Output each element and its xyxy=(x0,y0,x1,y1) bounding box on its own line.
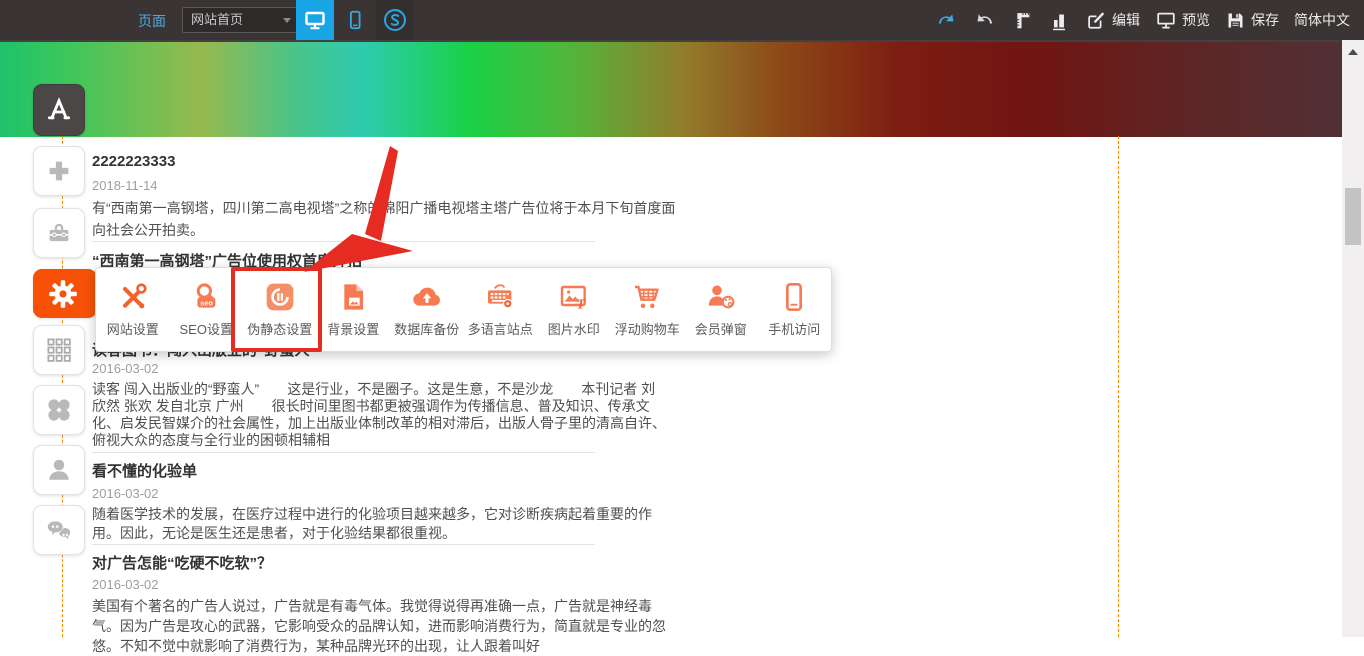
stats-button[interactable] xyxy=(1048,9,1070,32)
edit-button[interactable]: 编辑 xyxy=(1085,9,1140,31)
article-body: 美国有个著名的广告人说过，广告就是有毒气体。我觉得说得再准确一点，广告就是神经毒… xyxy=(92,596,666,656)
link-view-button[interactable] xyxy=(376,0,414,40)
popup-item-label: 多语言站点 xyxy=(468,319,533,338)
article-title[interactable]: 看不懂的化验单 xyxy=(92,460,197,481)
popup-item-label: 浮动购物车 xyxy=(615,319,680,338)
popup-item-label: 图片水印 xyxy=(548,319,600,338)
sidebar-item-settings[interactable] xyxy=(33,269,97,318)
popup-item-label: 数据库备份 xyxy=(394,319,459,338)
edit-button-label: 编辑 xyxy=(1112,10,1140,30)
site-banner xyxy=(0,40,1342,137)
article-date: 2016-03-02 xyxy=(92,361,159,376)
popup-item-site-settings[interactable]: 网站设置 xyxy=(96,281,170,338)
popup-item-label: 背景设置 xyxy=(327,319,379,338)
page-select-value: 网站首页 xyxy=(191,12,243,27)
mobile-view-icon xyxy=(344,8,366,32)
guide-line-right xyxy=(1118,136,1119,637)
mobile-view-button[interactable] xyxy=(340,0,370,40)
article-date: 2016-03-02 xyxy=(92,486,159,501)
sidebar-item-member[interactable] xyxy=(33,445,85,495)
popup-item-background[interactable]: 背景设置 xyxy=(317,281,391,338)
article-body: 读客 闯入出版业的“野蛮人” 这是行业，不是圈子。这是生意，不是沙龙 本刊记者 … xyxy=(92,381,666,449)
page-label: 页面 xyxy=(138,11,166,31)
message-chat-icon xyxy=(44,515,74,545)
preview-button-label: 预览 xyxy=(1182,10,1210,30)
article-body: 随着医学技术的发展，在医疗过程中进行的化验项目越来越多，它对诊断疾病起着重要的作… xyxy=(92,505,652,543)
undo-button[interactable] xyxy=(935,9,958,32)
redo-button[interactable] xyxy=(973,9,996,32)
popup-item-label: 网站设置 xyxy=(107,319,159,338)
redo-icon xyxy=(973,9,996,32)
article-date: 2016-03-02 xyxy=(92,577,159,592)
popup-item-member-popup[interactable]: 会员弹窗 xyxy=(684,281,758,338)
language-switch[interactable]: 简体中文 xyxy=(1294,10,1350,30)
smartphone-icon xyxy=(778,281,810,313)
cloud-upload-icon xyxy=(410,281,444,313)
add-plus-icon xyxy=(44,156,74,186)
member-person-icon xyxy=(44,455,74,485)
popup-item-watermark[interactable]: T 图片水印 xyxy=(537,281,611,338)
toolbar-right-group: 编辑 预览 保存 简体中文 xyxy=(935,0,1350,40)
scrollbar-thumb[interactable] xyxy=(1345,188,1361,245)
sidebar-item-toolbox[interactable] xyxy=(33,208,85,258)
popup-item-multilang[interactable]: 多语言站点 xyxy=(464,281,538,338)
app-store-logo xyxy=(42,93,76,127)
member-palette-icon xyxy=(704,281,738,313)
sidebar-item-modules[interactable] xyxy=(33,325,85,375)
top-toolbar: 页面 网站首页 xyxy=(0,0,1364,40)
preview-button[interactable]: 预览 xyxy=(1155,9,1210,31)
stats-icon xyxy=(1048,9,1070,32)
settings-popup: 网站设置 seo SEO设置 伪静态设置 背景设置 xyxy=(95,267,832,352)
article-title[interactable]: 对广告怎能“吃硬不吃软”？ xyxy=(92,552,272,573)
link-icon xyxy=(382,7,408,33)
chevron-down-icon xyxy=(283,18,291,23)
language-label: 简体中文 xyxy=(1294,10,1350,30)
sidebar-item-add[interactable] xyxy=(33,146,85,196)
svg-text:seo: seo xyxy=(200,299,213,308)
popup-item-db-backup[interactable]: 数据库备份 xyxy=(390,281,464,338)
crossed-tools-icon xyxy=(117,281,149,313)
ruler-icon xyxy=(1011,9,1033,32)
page-select-dropdown[interactable]: 网站首页 xyxy=(182,7,300,33)
popup-item-floating-cart[interactable]: 浮动购物车 xyxy=(611,281,685,338)
sidebar-item-components[interactable] xyxy=(33,385,85,435)
image-watermark-icon: T xyxy=(557,281,591,313)
components-clover-icon xyxy=(44,395,74,425)
scrollbar[interactable] xyxy=(1342,40,1364,637)
save-button-label: 保存 xyxy=(1251,10,1279,30)
svg-text:T: T xyxy=(576,296,585,311)
keyboard-gear-icon xyxy=(483,281,517,313)
edit-icon xyxy=(1085,9,1107,31)
ruler-button[interactable] xyxy=(1011,9,1033,32)
background-page-icon xyxy=(337,281,369,313)
settings-gear-icon xyxy=(47,278,79,310)
shopping-cart-icon xyxy=(630,281,664,313)
highlight-box xyxy=(231,267,322,352)
divider xyxy=(92,241,595,242)
divider xyxy=(92,544,595,545)
article-body: 有“西南第一高钢塔，四川第二高电视塔”之称的绵阳广播电视塔主塔广告位将于本月下旬… xyxy=(92,197,675,241)
sidebar-item-feedback[interactable] xyxy=(33,505,85,555)
undo-icon xyxy=(935,9,958,32)
desktop-view-button[interactable] xyxy=(296,0,334,40)
article-date: 2018-11-14 xyxy=(92,178,158,193)
popup-item-label: 手机访问 xyxy=(768,319,820,338)
save-button[interactable]: 保存 xyxy=(1225,10,1279,31)
toolbox-icon xyxy=(44,218,74,248)
preview-monitor-icon xyxy=(1155,9,1177,31)
save-icon xyxy=(1225,10,1246,31)
desktop-view-icon xyxy=(303,8,327,32)
popup-item-mobile-access[interactable]: 手机访问 xyxy=(758,281,832,338)
modules-grid-icon xyxy=(44,335,74,365)
popup-item-label: 会员弹窗 xyxy=(695,319,747,338)
seo-magnifier-icon: seo xyxy=(190,281,222,313)
scrollbar-up-arrow[interactable] xyxy=(1348,49,1358,55)
sidebar-item-app-logo[interactable] xyxy=(33,84,85,136)
popup-item-label: SEO设置 xyxy=(180,319,233,338)
article-title[interactable]: 2222223333 xyxy=(92,153,175,170)
divider xyxy=(92,452,595,453)
